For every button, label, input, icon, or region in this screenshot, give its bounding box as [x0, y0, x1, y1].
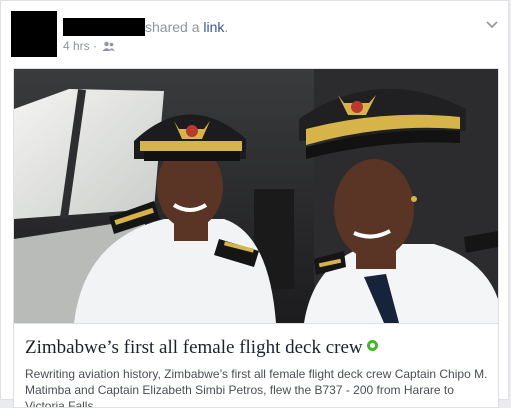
- period: .: [224, 19, 229, 35]
- action-text: shared a: [145, 19, 200, 35]
- link-description: Rewriting aviation history, Zimbabwe’s f…: [25, 367, 488, 408]
- post-meta: 4 hrs ·: [63, 39, 115, 54]
- link-preview-text[interactable]: Zimbabwe’s first all female flight deck …: [14, 323, 498, 408]
- author-name-redacted[interactable]: [63, 18, 145, 36]
- link-title[interactable]: Zimbabwe’s first all female flight deck …: [25, 337, 378, 359]
- link-attachment[interactable]: Zimbabwe’s first all female flight deck …: [13, 68, 499, 408]
- attachment-photo[interactable]: [14, 69, 498, 323]
- post-action: shared a link.: [145, 19, 228, 35]
- link-word[interactable]: link: [203, 19, 224, 35]
- chevron-down-icon[interactable]: [485, 17, 499, 31]
- separator: ·: [93, 39, 98, 53]
- timestamp[interactable]: 4 hrs: [63, 39, 90, 53]
- verified-icon: [366, 340, 378, 351]
- friends-icon[interactable]: [102, 40, 115, 54]
- link-title-text[interactable]: Zimbabwe’s first all female flight deck …: [25, 337, 363, 358]
- news-feed-post: shared a link. 4 hrs · Zimbabwe’s first …: [0, 0, 509, 408]
- avatar[interactable]: [11, 11, 57, 57]
